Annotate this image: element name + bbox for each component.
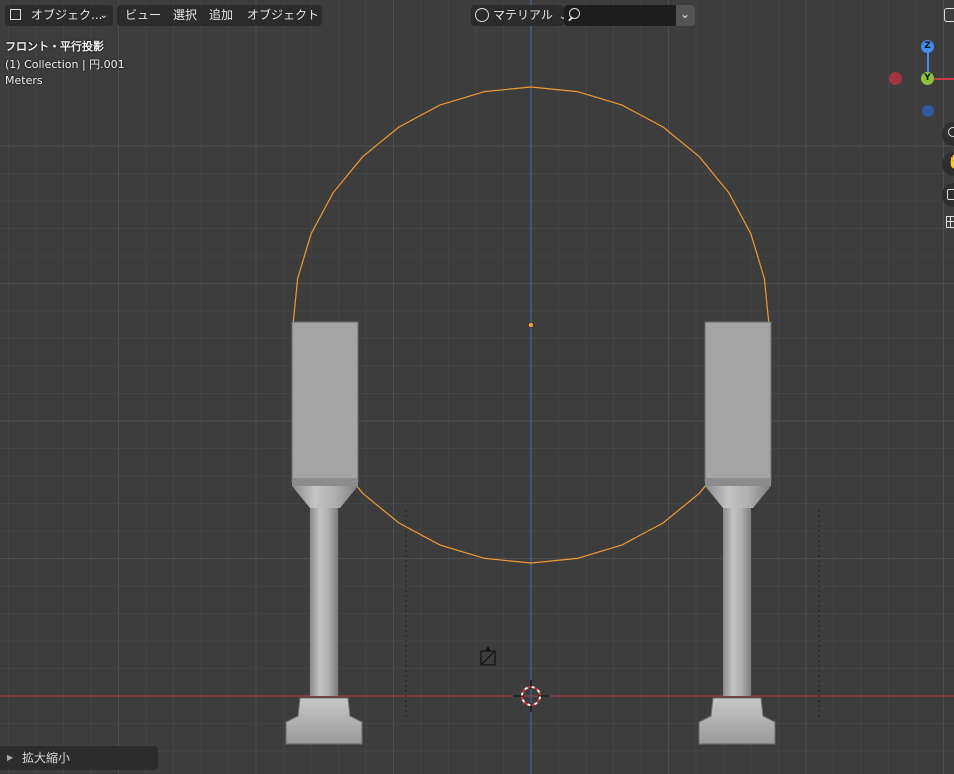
collection-text: (1) Collection | 円.001 — [5, 58, 125, 71]
units-text: Meters — [5, 74, 43, 87]
gizmo-negative-z-ball[interactable] — [922, 105, 934, 117]
light-object-icon[interactable] — [480, 646, 496, 666]
object-mode-icon — [10, 9, 21, 20]
chevron-down-icon: ⌄ — [680, 7, 691, 21]
left-stand-mesh[interactable] — [285, 321, 363, 745]
viewport-grid — [0, 0, 954, 774]
mode-dropdown[interactable]: オブジェク... ⌄ — [5, 5, 113, 26]
search-input[interactable] — [564, 5, 676, 26]
gizmo-y-label: Y — [924, 73, 931, 83]
perspective-toggle-button[interactable] — [944, 213, 954, 233]
gizmo-z-line — [927, 52, 929, 74]
last-operator-panel[interactable]: ▶ 拡大縮小 — [0, 746, 158, 770]
viewport-header: オブジェク... ⌄ ビュー 選択 追加 オブジェクト マテリアル ⌄ ⌄ — [0, 0, 954, 32]
menu-select[interactable]: 選択 — [173, 5, 197, 26]
chevron-down-icon: ⌄ — [99, 10, 108, 21]
shading-label: マテリアル — [493, 8, 553, 22]
toolbar-camera-icon[interactable] — [944, 8, 954, 22]
globe-icon — [475, 8, 489, 22]
hand-pan-icon: ✋ — [947, 154, 954, 170]
expand-triangle-icon: ▶ — [7, 753, 14, 762]
object-origin — [528, 322, 534, 328]
gizmo-z-label: Z — [924, 41, 931, 51]
search-dropdown-button[interactable]: ⌄ — [676, 5, 695, 26]
zoom-icon — [948, 127, 954, 137]
grid-toggle-icon — [946, 216, 954, 228]
mode-label: オブジェク... — [31, 8, 103, 22]
gizmo-x-line — [934, 78, 954, 80]
menu-add[interactable]: 追加 — [209, 5, 233, 26]
header-menus: ビュー 選択 追加 オブジェクト — [117, 5, 322, 26]
gizmo-z-ball[interactable]: Z — [921, 40, 934, 53]
3d-viewport[interactable] — [0, 0, 954, 774]
gizmo-negative-x-ball[interactable] — [889, 72, 902, 85]
menu-object[interactable]: オブジェクト — [247, 5, 319, 26]
view-name-text: フロント・平行投影 — [5, 40, 104, 53]
camera-icon — [947, 189, 954, 200]
operator-label: 拡大縮小 — [22, 751, 71, 765]
right-stand-mesh[interactable] — [698, 321, 776, 745]
menu-view[interactable]: ビュー — [125, 5, 161, 26]
shading-dropdown[interactable]: マテリアル ⌄ — [471, 5, 567, 26]
gizmo-y-ball[interactable]: Y — [921, 72, 934, 85]
